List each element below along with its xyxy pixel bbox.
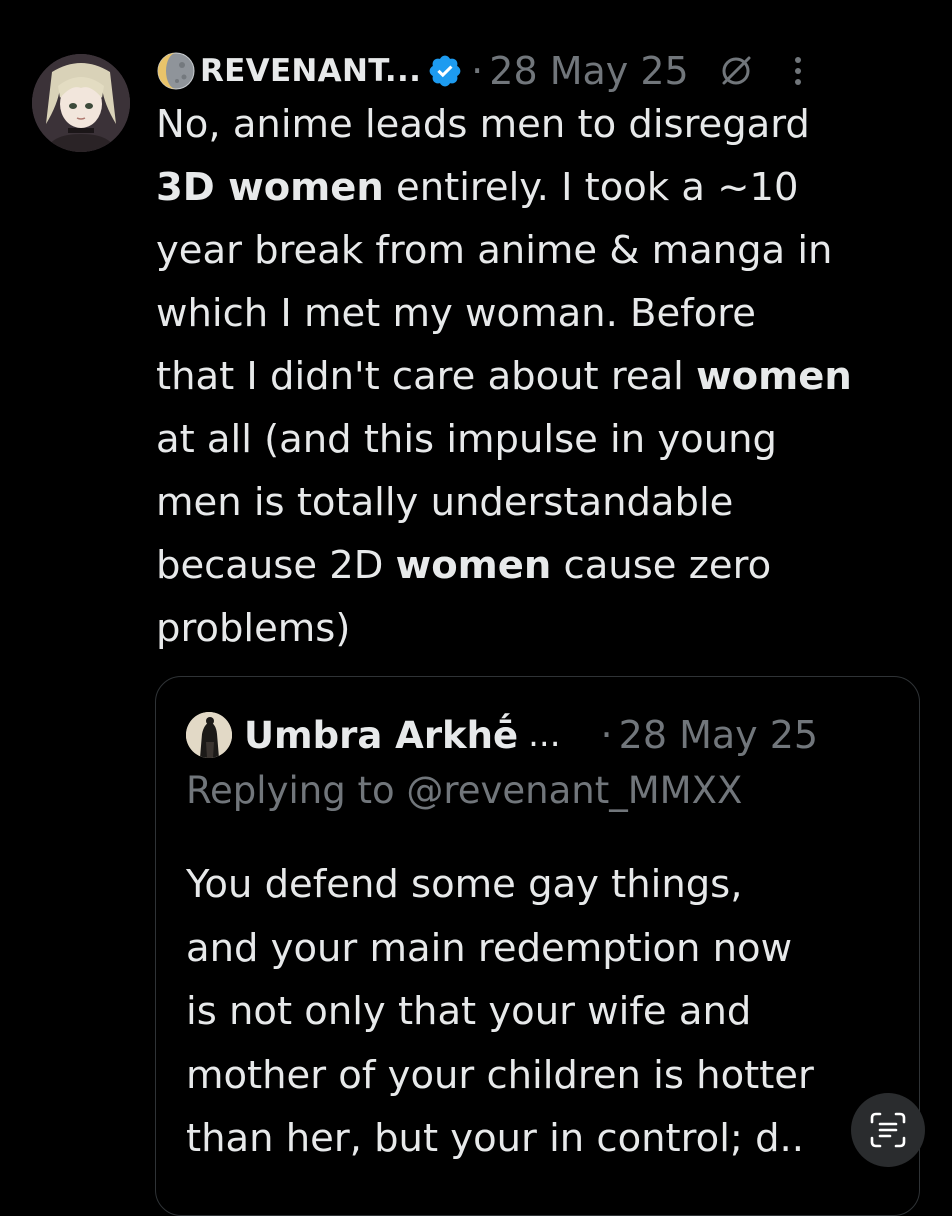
tweet-text-bold: women — [696, 354, 852, 399]
quote-text: You defend some gay things, and your main… — [186, 853, 886, 1171]
tweet-date[interactable]: 28 May 25 — [489, 49, 688, 93]
quote-tweet-card[interactable]: Umbra Arkhḗ ... · 28 May 25 Replying to … — [155, 676, 920, 1216]
tweet-text-line: year break from anime & manga in — [156, 219, 926, 282]
header-separator: · — [471, 49, 484, 93]
quote-name-ellipsis: ... — [528, 715, 561, 755]
quote-text-line: than her, but your in control; d.. — [186, 1116, 805, 1161]
quote-avatar — [186, 712, 232, 758]
tweet-text-line: because 2D women cause zero — [156, 534, 926, 597]
tweet-text-bold: 3D women — [156, 165, 384, 210]
tweet-text-run: men is totally understandable — [156, 480, 734, 525]
tweet-text: No, anime leads men to disregard 3D women… — [156, 93, 926, 660]
quote-display-name[interactable]: Umbra Arkhḗ — [244, 714, 518, 757]
quote-text-line: mother of your children is hotter — [186, 1052, 814, 1098]
tweet-text-line: that I didn't care about real women — [156, 345, 926, 408]
tweet-text-run: which I met my woman. Before — [156, 291, 756, 336]
tweet-text-line: problems) — [156, 597, 926, 660]
quote-date[interactable]: 28 May 25 — [619, 713, 818, 757]
replying-to[interactable]: Replying to @revenant_MMXX — [186, 769, 742, 812]
tweet-text-line: No, anime leads men to disregard — [156, 93, 926, 156]
tweet-text-run: No, anime leads men to disregard — [156, 102, 810, 147]
scan-text-button[interactable] — [851, 1093, 925, 1167]
quote-header: Umbra Arkhḗ ... · 28 May 25 — [186, 707, 895, 763]
tweet-text-run: that I didn't care about real — [156, 354, 697, 399]
tweet-text-bold: women — [395, 543, 552, 588]
tweet-text-line: which I met my woman. Before — [156, 282, 926, 345]
tweet-text-run: cause zero — [551, 543, 772, 588]
hidden-reply-icon[interactable] — [719, 54, 753, 88]
avatar-image — [32, 54, 130, 152]
quote-text-line: is not only that your wife and — [186, 989, 752, 1034]
tweet-text-run: entirely. I took a ~10 — [383, 165, 799, 210]
tweet-text-run: at all (and this impulse in young — [156, 417, 777, 462]
quote-separator: · — [600, 713, 613, 757]
quote-text-line: You defend some gay things, — [186, 862, 743, 907]
tweet-text-run: year break from anime & manga in — [156, 228, 833, 273]
tweet-text-run: because 2D — [156, 543, 396, 588]
tweet-text-line: men is totally understandable — [156, 471, 926, 534]
moon-icon — [157, 52, 195, 90]
verified-badge-icon — [429, 55, 461, 87]
tweet-header: REVENANT... · 28 May 25 — [156, 46, 922, 96]
quote-text-line: and your main redemption now — [186, 925, 793, 971]
tweet-text-line: 3D women entirely. I took a ~10 — [156, 156, 926, 219]
avatar[interactable] — [32, 54, 130, 152]
scan-text-icon — [870, 1112, 906, 1148]
tweet-text-line: at all (and this impulse in young — [156, 408, 926, 471]
tweet-text-run: problems) — [156, 606, 351, 651]
display-name[interactable]: REVENANT... — [200, 53, 421, 89]
more-options-icon[interactable] — [793, 54, 803, 88]
